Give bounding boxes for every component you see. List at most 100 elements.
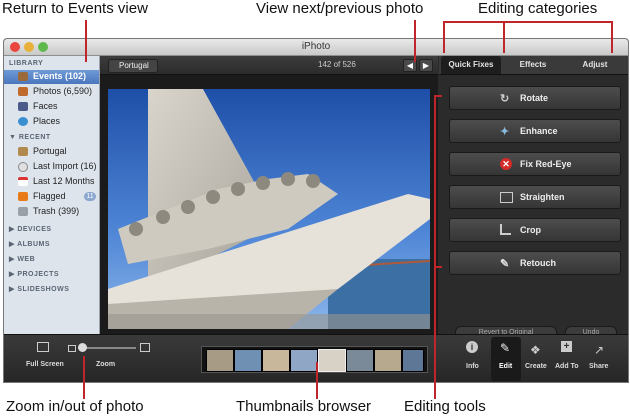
edit-icon: ✎ xyxy=(500,341,511,355)
event-icon xyxy=(18,147,28,156)
tab-quick-fixes[interactable]: Quick Fixes xyxy=(441,56,501,74)
retouch-button[interactable]: ✎ Retouch xyxy=(449,251,621,275)
title-bar: iPhoto xyxy=(4,39,628,56)
thumbnail[interactable] xyxy=(234,349,262,372)
zoom-label: Zoom xyxy=(96,361,116,368)
callout-line-editing-tools-bottom xyxy=(434,266,442,268)
tool-label: Rotate xyxy=(520,93,549,103)
sidebar-item-last-12-months[interactable]: Last 12 Months xyxy=(4,175,99,189)
sidebar-item-photos[interactable]: Photos (6,590) xyxy=(4,85,99,99)
sidebar-item-places[interactable]: Places xyxy=(4,115,99,129)
create-icon: ❖ xyxy=(530,343,541,357)
thumbnail[interactable] xyxy=(262,349,290,372)
enhance-button[interactable]: ✦ Enhance xyxy=(449,119,621,143)
zoom-slider[interactable] xyxy=(78,343,136,352)
straighten-button[interactable]: Straighten xyxy=(449,185,621,209)
thumbnail[interactable] xyxy=(290,349,318,372)
library-header: LIBRARY xyxy=(9,60,44,67)
tool-label: Straighten xyxy=(520,192,565,202)
tool-label: Enhance xyxy=(520,126,558,136)
full-screen-button[interactable] xyxy=(36,341,50,353)
tool-label: Retouch xyxy=(520,258,556,268)
callout-line-categories-h xyxy=(443,21,613,23)
rotate-button[interactable]: ↻ Rotate xyxy=(449,86,621,110)
thumbnail-selected[interactable] xyxy=(318,349,346,372)
sidebar: LIBRARY Events (102) Photos (6,590) Face… xyxy=(4,56,100,334)
callout-line-categories-m xyxy=(503,21,505,53)
callout-zoom: Zoom in/out of photo xyxy=(6,398,144,415)
sidebar-item-events[interactable]: Events (102) xyxy=(4,70,99,84)
iphoto-window: iPhoto LIBRARY Events (102) Photos (6,59… xyxy=(3,38,629,383)
crop-icon xyxy=(500,224,511,235)
sidebar-section-albums[interactable]: ▶ ALBUMS xyxy=(9,240,50,248)
arrow-right-icon: ▶ xyxy=(422,61,430,70)
create-button[interactable]: ❖ xyxy=(530,341,548,357)
back-to-events-button[interactable]: Portugal xyxy=(108,59,158,73)
sidebar-section-projects[interactable]: ▶ PROJECTS xyxy=(9,270,59,278)
thumbnail[interactable] xyxy=(402,349,424,372)
thumbnail[interactable] xyxy=(374,349,402,372)
window-title: iPhoto xyxy=(301,41,331,52)
callout-editing-categories: Editing categories xyxy=(478,0,598,17)
tab-effects[interactable]: Effects xyxy=(503,56,563,74)
zoom-small-icon xyxy=(68,345,76,352)
sidebar-item-faces[interactable]: Faces xyxy=(4,100,99,114)
callout-line-editing-tools-top xyxy=(434,95,442,97)
callout-editing-tools: Editing tools xyxy=(404,398,486,415)
share-label: Share xyxy=(589,363,609,370)
places-icon xyxy=(18,117,28,126)
crop-button[interactable]: Crop xyxy=(449,218,621,242)
callout-line-categories-r xyxy=(611,21,613,53)
callout-view-next-prev: View next/previous photo xyxy=(256,0,424,17)
callout-line-view-next-prev xyxy=(414,20,416,62)
add-to-button[interactable]: + xyxy=(561,341,579,357)
section-label: PROJECTS xyxy=(17,271,60,278)
red-eye-icon: ✕ xyxy=(500,158,512,170)
flagged-count-badge: 11 xyxy=(84,192,96,201)
callout-thumbnails: Thumbnails browser xyxy=(236,398,372,415)
sidebar-section-slideshows[interactable]: ▶ SLIDESHOWS xyxy=(9,285,69,293)
sidebar-item-flagged[interactable]: Flagged 11 xyxy=(4,190,99,204)
tab-adjust[interactable]: Adjust xyxy=(565,56,625,74)
sidebar-section-web[interactable]: ▶ WEB xyxy=(9,255,35,263)
photo-counter: 142 of 526 xyxy=(318,60,356,69)
thumbnail-browser[interactable] xyxy=(201,346,428,373)
callout-line-editing-tools-v xyxy=(434,95,436,399)
monument-photo xyxy=(108,89,430,329)
recent-header: ▼ RECENT xyxy=(9,134,51,141)
fix-red-eye-button[interactable]: ✕ Fix Red-Eye xyxy=(449,152,621,176)
zoom-slider-knob[interactable] xyxy=(78,343,87,352)
callout-line-categories-l xyxy=(443,21,445,53)
next-photo-button[interactable]: ▶ xyxy=(419,59,433,72)
sidebar-item-label: Last 12 Months xyxy=(33,176,95,186)
straighten-icon xyxy=(500,192,513,203)
edit-label: Edit xyxy=(499,363,513,370)
sidebar-item-label: Places xyxy=(33,116,61,126)
sidebar-item-portugal[interactable]: Portugal xyxy=(4,145,99,159)
sidebar-item-label: Last Import (16) xyxy=(33,161,97,171)
edit-button-highlight[interactable]: ✎ Edit xyxy=(491,337,521,381)
thumbnail[interactable] xyxy=(346,349,374,372)
retouch-icon: ✎ xyxy=(500,258,510,270)
callout-return-events: Return to Events view xyxy=(2,0,148,17)
sidebar-item-label: Flagged xyxy=(33,191,66,201)
photo-image xyxy=(108,89,430,329)
faces-icon xyxy=(18,102,28,111)
full-screen-label: Full Screen xyxy=(26,361,64,368)
sidebar-item-trash[interactable]: Trash (399) xyxy=(4,205,99,219)
thumbnail[interactable] xyxy=(206,349,234,372)
share-button[interactable]: ↗ xyxy=(594,341,612,357)
photo-viewer: Portugal 142 of 526 ◀ ▶ xyxy=(100,56,438,334)
info-button[interactable]: i xyxy=(466,341,484,357)
edit-tabs: Quick Fixes Effects Adjust xyxy=(439,56,628,75)
sidebar-item-label: Events (102) xyxy=(33,71,87,81)
calendar-icon xyxy=(18,177,28,186)
info-icon: i xyxy=(466,341,478,353)
sidebar-item-last-import[interactable]: Last Import (16) xyxy=(4,160,99,174)
sidebar-section-devices[interactable]: ▶ DEVICES xyxy=(9,225,52,233)
edit-panel: Quick Fixes Effects Adjust ↻ Rotate ✦ En… xyxy=(439,56,628,340)
callout-line-return-events xyxy=(85,20,87,62)
zoom-large-icon xyxy=(140,343,150,352)
sidebar-item-label: Trash (399) xyxy=(33,206,80,216)
enhance-icon: ✦ xyxy=(500,126,510,138)
